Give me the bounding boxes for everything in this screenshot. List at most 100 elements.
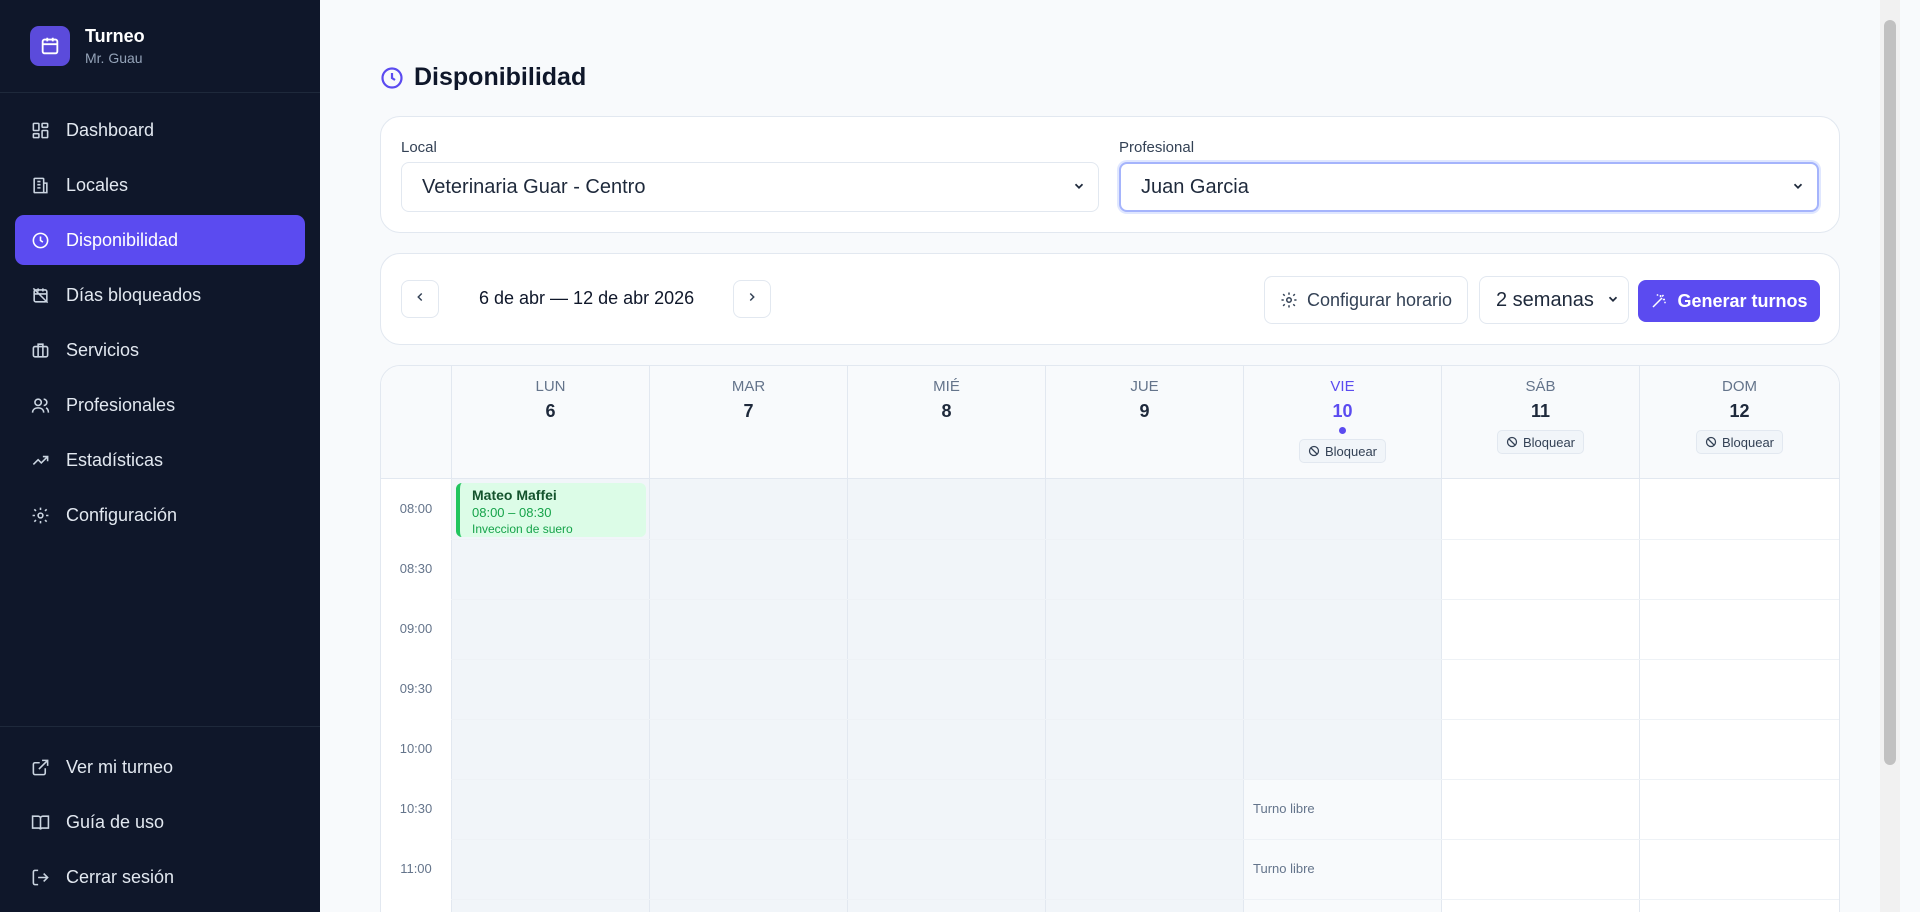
slot-divider: [451, 539, 1839, 540]
day-header-sab: SÁB 11 Bloquear: [1441, 366, 1639, 479]
block-day-button[interactable]: Bloquear: [1496, 430, 1585, 454]
sidebar-item-label: Servicios: [66, 339, 140, 360]
clock-icon: [30, 230, 50, 250]
block-day-button[interactable]: Bloquear: [1298, 439, 1387, 463]
sidebar: Turneo Mr. Guau Dashboard Locales Dispon…: [0, 0, 320, 912]
configure-schedule-button[interactable]: Configurar horario: [1264, 276, 1468, 324]
gear-icon: [1280, 291, 1298, 309]
users-icon: [30, 395, 50, 415]
appointment-client: Mateo Maffei: [472, 487, 557, 503]
calendar-header: LUN 6 MAR 7 MIÉ 8 JUE 9 VIE 10 Bloquear …: [381, 366, 1839, 479]
block-day-label: Bloquear: [1324, 443, 1378, 459]
sidebar-item-configuracion[interactable]: Configuración: [15, 490, 305, 540]
weeks-select[interactable]: 2 semanas: [1479, 276, 1629, 324]
day-column-mie: [847, 479, 1045, 912]
profesional-field: Profesional Juan Garcia: [1119, 139, 1819, 212]
appointment-service: Inveccion de suero: [472, 522, 573, 536]
chevron-down-icon: [1791, 176, 1805, 199]
local-select-value: Veterinaria Guar - Centro: [422, 175, 646, 198]
day-name: JUE: [1130, 378, 1159, 395]
previous-week-button[interactable]: [401, 280, 439, 318]
sidebar-item-estadisticas[interactable]: Estadísticas: [15, 435, 305, 485]
next-week-button[interactable]: [733, 280, 771, 318]
day-number: 9: [1139, 401, 1150, 421]
chevron-left-icon: [413, 290, 427, 309]
sidebar-item-label: Ver mi turneo: [66, 756, 174, 777]
weeks-select-value: 2 semanas: [1496, 288, 1594, 311]
generate-slots-button[interactable]: Generar turnos: [1638, 280, 1820, 322]
date-range: 6 de abr — 12 de abr 2026: [479, 288, 695, 308]
sidebar-item-label: Disponibilidad: [66, 229, 179, 250]
ban-icon: [1705, 436, 1717, 448]
day-header-mar: MAR 7: [649, 366, 847, 479]
sidebar-item-dashboard[interactable]: Dashboard: [15, 105, 305, 155]
main-content: Disponibilidad Local Veterinaria Guar - …: [320, 0, 1900, 912]
block-day-button[interactable]: Bloquear: [1695, 430, 1784, 454]
page-scrollbar[interactable]: [1880, 0, 1900, 912]
gear-icon: [30, 505, 50, 525]
day-column-vie: [1243, 479, 1442, 912]
external-link-icon: [30, 757, 50, 777]
calendar-off-icon: [30, 285, 50, 305]
day-name: DOM: [1722, 378, 1757, 395]
sidebar-nav: Dashboard Locales Disponibilidad Días bl…: [0, 93, 320, 540]
brand: Turneo Mr. Guau: [0, 0, 320, 93]
day-column-mar: [649, 479, 847, 912]
day-header-lun: LUN 6: [451, 366, 649, 479]
page-title: Disponibilidad: [380, 63, 586, 92]
sidebar-item-locales[interactable]: Locales: [15, 160, 305, 210]
sidebar-item-guia-de-uso[interactable]: Guía de uso: [15, 797, 305, 847]
clock-icon: [380, 66, 404, 90]
building-icon: [30, 175, 50, 195]
day-column-lun: [451, 479, 649, 912]
sidebar-item-label: Cerrar sesión: [66, 866, 175, 887]
sidebar-item-label: Locales: [66, 174, 129, 195]
time-label: 10:00: [399, 741, 433, 756]
appointment-time: 08:00 – 08:30: [472, 505, 552, 520]
week-calendar: LUN 6 MAR 7 MIÉ 8 JUE 9 VIE 10 Bloquear …: [380, 365, 1840, 912]
time-label: 09:00: [399, 621, 433, 636]
appointment-card[interactable]: Mateo Maffei 08:00 – 08:30 Inveccion de …: [456, 483, 646, 537]
profesional-label: Profesional: [1119, 139, 1195, 156]
local-select[interactable]: Veterinaria Guar - Centro: [401, 162, 1099, 212]
available-block: [1244, 779, 1442, 912]
slot-divider: [451, 659, 1839, 660]
sidebar-bottom-nav: Ver mi turneo Guía de uso Cerrar sesión: [0, 726, 320, 912]
day-number: 6: [545, 401, 556, 421]
time-label: 11:00: [400, 861, 432, 876]
day-name: VIE: [1330, 378, 1355, 395]
day-header-mie: MIÉ 8: [847, 366, 1045, 479]
chevron-down-icon: [1606, 289, 1620, 312]
slot-divider: [451, 599, 1839, 600]
free-slot[interactable]: Turno libre: [1253, 801, 1315, 816]
time-label: 10:30: [399, 801, 433, 816]
time-label: 08:30: [399, 561, 433, 576]
day-name: MAR: [731, 378, 766, 395]
sidebar-item-dias-bloqueados[interactable]: Días bloqueados: [15, 270, 305, 320]
sidebar-item-label: Guía de uso: [66, 811, 165, 832]
slot-divider: [451, 779, 1839, 780]
sidebar-item-profesionales[interactable]: Profesionales: [15, 380, 305, 430]
trending-up-icon: [30, 450, 50, 470]
sidebar-item-label: Configuración: [66, 504, 178, 525]
local-field: Local Veterinaria Guar - Centro: [401, 139, 1099, 212]
day-number: 11: [1530, 401, 1551, 421]
calendar-toolbar: 6 de abr — 12 de abr 2026 Configurar hor…: [380, 253, 1840, 345]
calendar-icon: [30, 26, 70, 66]
today-indicator: [1339, 427, 1346, 434]
sidebar-item-ver-mi-turneo[interactable]: Ver mi turneo: [15, 742, 305, 792]
sidebar-item-cerrar-sesion[interactable]: Cerrar sesión: [15, 852, 305, 902]
block-day-label: Bloquear: [1522, 434, 1576, 450]
profesional-select[interactable]: Juan Garcia: [1119, 162, 1819, 212]
logout-icon: [30, 867, 50, 887]
sidebar-item-servicios[interactable]: Servicios: [15, 325, 305, 375]
chevron-down-icon: [1072, 176, 1086, 199]
sidebar-item-disponibilidad[interactable]: Disponibilidad: [15, 215, 305, 265]
block-day-label: Bloquear: [1721, 434, 1775, 450]
day-number: 12: [1729, 401, 1750, 421]
day-name: LUN: [535, 378, 566, 395]
brand-subtitle: Mr. Guau: [85, 50, 143, 66]
scrollbar-thumb[interactable]: [1884, 20, 1896, 765]
free-slot[interactable]: Turno libre: [1253, 861, 1315, 876]
day-number: 7: [743, 401, 754, 421]
